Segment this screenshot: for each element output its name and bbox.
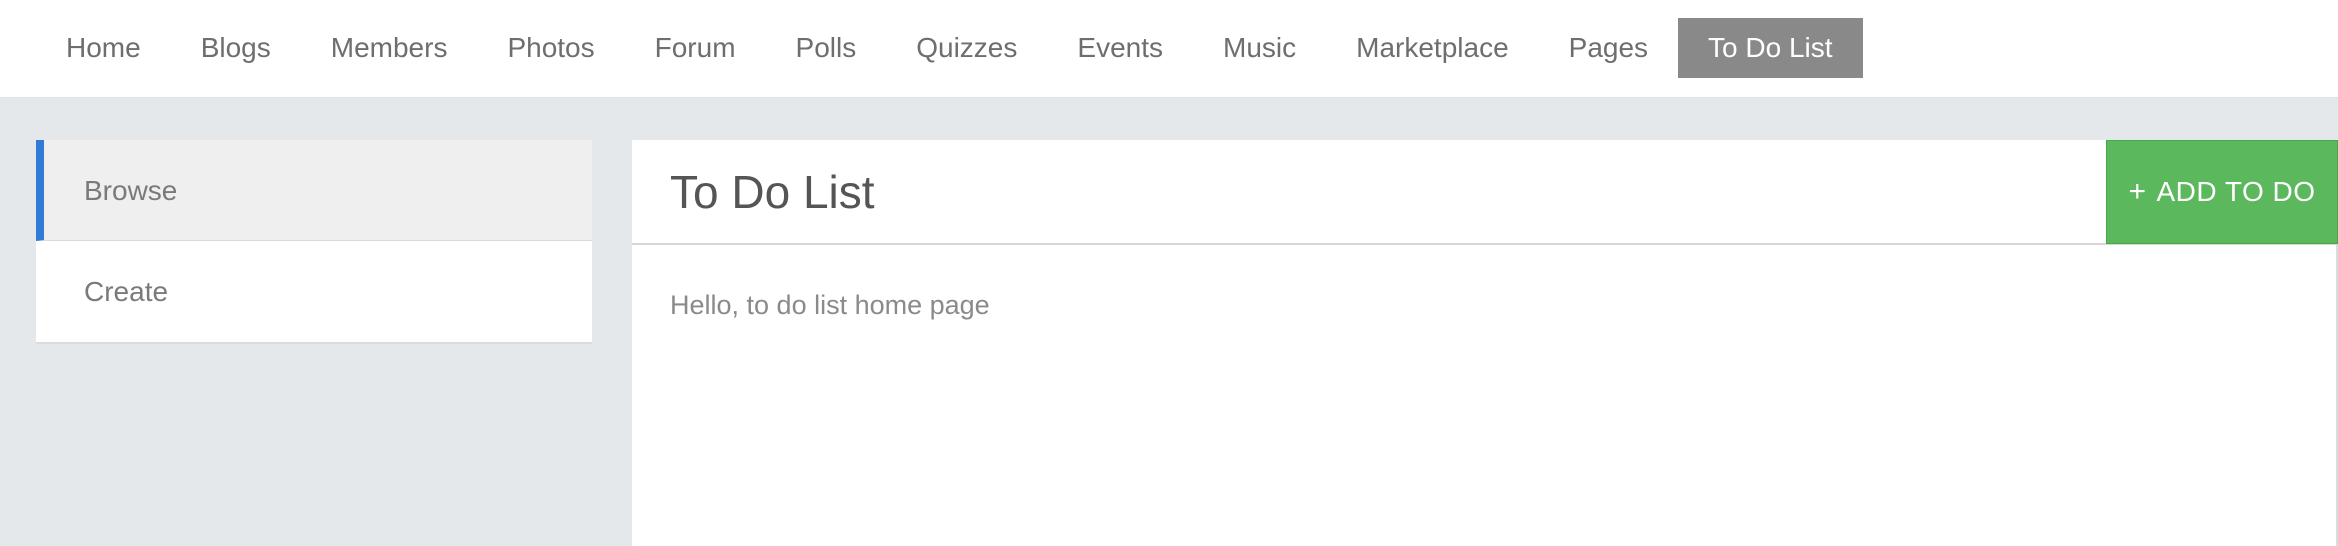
- add-to-do-label: ADD TO DO: [2156, 176, 2316, 207]
- sidebar-item-browse[interactable]: Browse: [36, 140, 592, 241]
- sidebar-item-create[interactable]: Create: [36, 241, 592, 342]
- nav-item-photos[interactable]: Photos: [477, 18, 624, 78]
- nav-item-blogs[interactable]: Blogs: [171, 18, 301, 78]
- main-content-panel: To Do List + ADD TO DO Hello, to do list…: [632, 140, 2338, 546]
- add-to-do-button[interactable]: + ADD TO DO: [2106, 140, 2338, 244]
- nav-item-events[interactable]: Events: [1047, 18, 1193, 78]
- nav-item-to-do-list[interactable]: To Do List: [1678, 18, 1863, 78]
- nav-item-home[interactable]: Home: [36, 18, 171, 78]
- nav-item-members[interactable]: Members: [301, 18, 478, 78]
- plus-icon: +: [2128, 175, 2147, 208]
- nav-menu: Home Blogs Members Photos Forum Polls Qu…: [36, 18, 1863, 78]
- nav-item-polls[interactable]: Polls: [766, 18, 887, 78]
- welcome-text: Hello, to do list home page: [670, 290, 990, 320]
- top-navigation-bar: Home Blogs Members Photos Forum Polls Qu…: [0, 0, 2338, 98]
- content-header: To Do List + ADD TO DO: [632, 140, 2338, 245]
- nav-item-forum[interactable]: Forum: [625, 18, 766, 78]
- nav-item-pages[interactable]: Pages: [1539, 18, 1678, 78]
- nav-item-marketplace[interactable]: Marketplace: [1326, 18, 1539, 78]
- sidebar-menu: Browse Create: [36, 140, 592, 344]
- nav-item-quizzes[interactable]: Quizzes: [886, 18, 1047, 78]
- page-title: To Do List: [670, 166, 875, 218]
- nav-item-music[interactable]: Music: [1193, 18, 1326, 78]
